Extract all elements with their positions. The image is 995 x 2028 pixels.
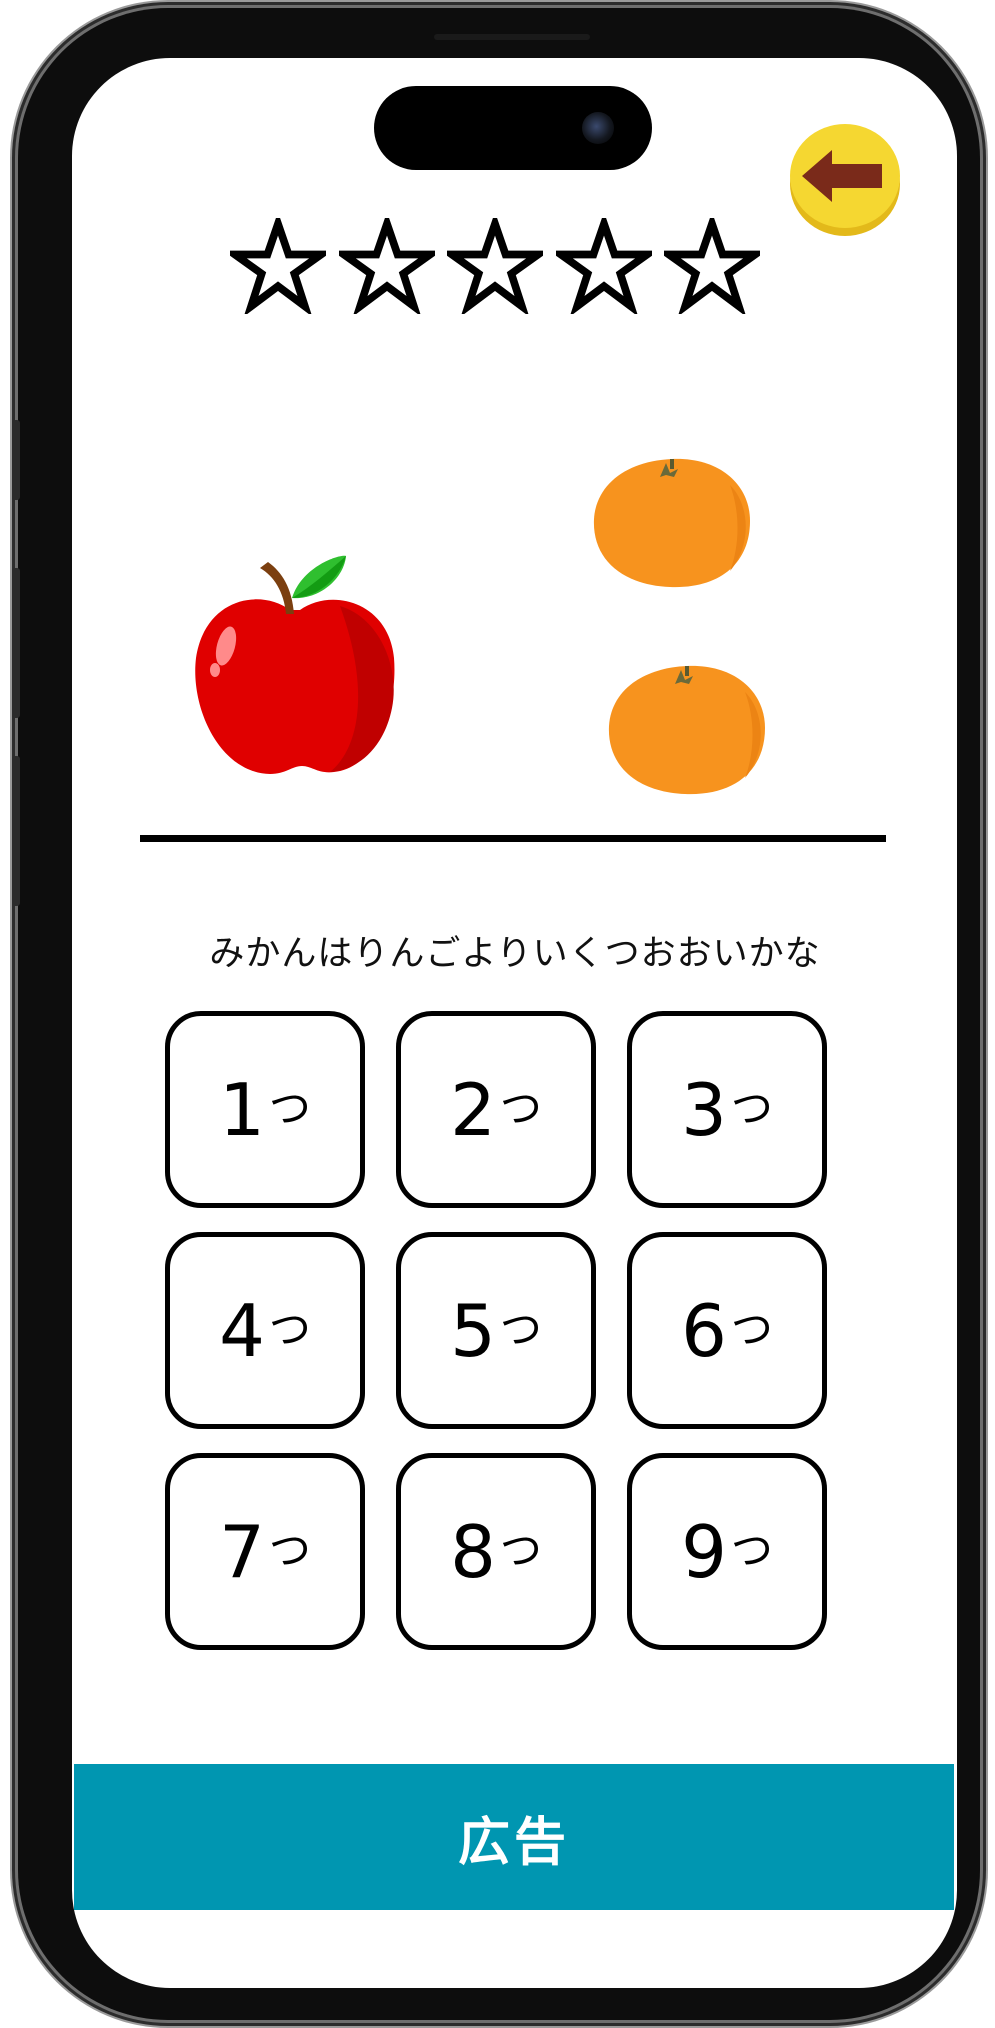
- speaker-slit: [434, 34, 590, 40]
- answer-unit: つ: [268, 1084, 311, 1133]
- answer-unit: つ: [730, 1526, 773, 1575]
- side-button-volume-up: [12, 568, 20, 718]
- answer-grid: 1つ 2つ 3つ 4つ 5つ 6つ 7つ 8つ 9つ: [165, 1011, 827, 1650]
- answer-number: 7: [219, 1509, 265, 1594]
- side-button-mute: [12, 420, 20, 500]
- back-arrow-icon: [790, 124, 900, 236]
- ad-banner[interactable]: 広告: [74, 1764, 954, 1910]
- answer-number: 9: [681, 1509, 727, 1594]
- answer-button-5[interactable]: 5つ: [396, 1232, 596, 1429]
- answer-number: 2: [450, 1067, 496, 1152]
- divider-line: [140, 835, 886, 842]
- star-outline-icon: [447, 218, 543, 314]
- orange-image: [608, 665, 765, 795]
- answer-unit: つ: [499, 1084, 542, 1133]
- answer-number: 6: [681, 1288, 727, 1373]
- answer-unit: つ: [499, 1305, 542, 1354]
- answer-button-4[interactable]: 4つ: [165, 1232, 365, 1429]
- star-rating: [230, 218, 760, 328]
- answer-unit: つ: [730, 1305, 773, 1354]
- answer-button-7[interactable]: 7つ: [165, 1453, 365, 1650]
- star-outline-icon: [555, 218, 652, 314]
- dynamic-island: [374, 86, 652, 170]
- ad-label: 広告: [457, 1812, 570, 1873]
- answer-button-3[interactable]: 3つ: [627, 1011, 827, 1208]
- question-text: みかんはりんごよりいくつおおいかな: [209, 934, 821, 974]
- front-camera: [582, 112, 614, 144]
- answer-unit: つ: [730, 1084, 773, 1133]
- answer-unit: つ: [268, 1526, 311, 1575]
- answer-number: 8: [450, 1509, 496, 1594]
- answer-unit: つ: [499, 1526, 542, 1575]
- answer-button-6[interactable]: 6つ: [627, 1232, 827, 1429]
- apple-image: [195, 555, 395, 774]
- star-outline-icon: [664, 218, 760, 314]
- side-button-volume-down: [12, 756, 20, 906]
- answer-button-2[interactable]: 2つ: [396, 1011, 596, 1208]
- answer-unit: つ: [268, 1305, 311, 1354]
- star-outline-icon: [338, 218, 435, 314]
- back-button[interactable]: [788, 118, 902, 238]
- star-outline-icon: [230, 218, 326, 314]
- answer-button-8[interactable]: 8つ: [396, 1453, 596, 1650]
- answer-number: 3: [681, 1067, 727, 1152]
- answer-button-9[interactable]: 9つ: [627, 1453, 827, 1650]
- orange-image: [593, 458, 750, 588]
- answer-number: 4: [219, 1288, 265, 1373]
- answer-number: 5: [450, 1288, 496, 1373]
- answer-number: 1: [219, 1067, 265, 1152]
- answer-button-1[interactable]: 1つ: [165, 1011, 365, 1208]
